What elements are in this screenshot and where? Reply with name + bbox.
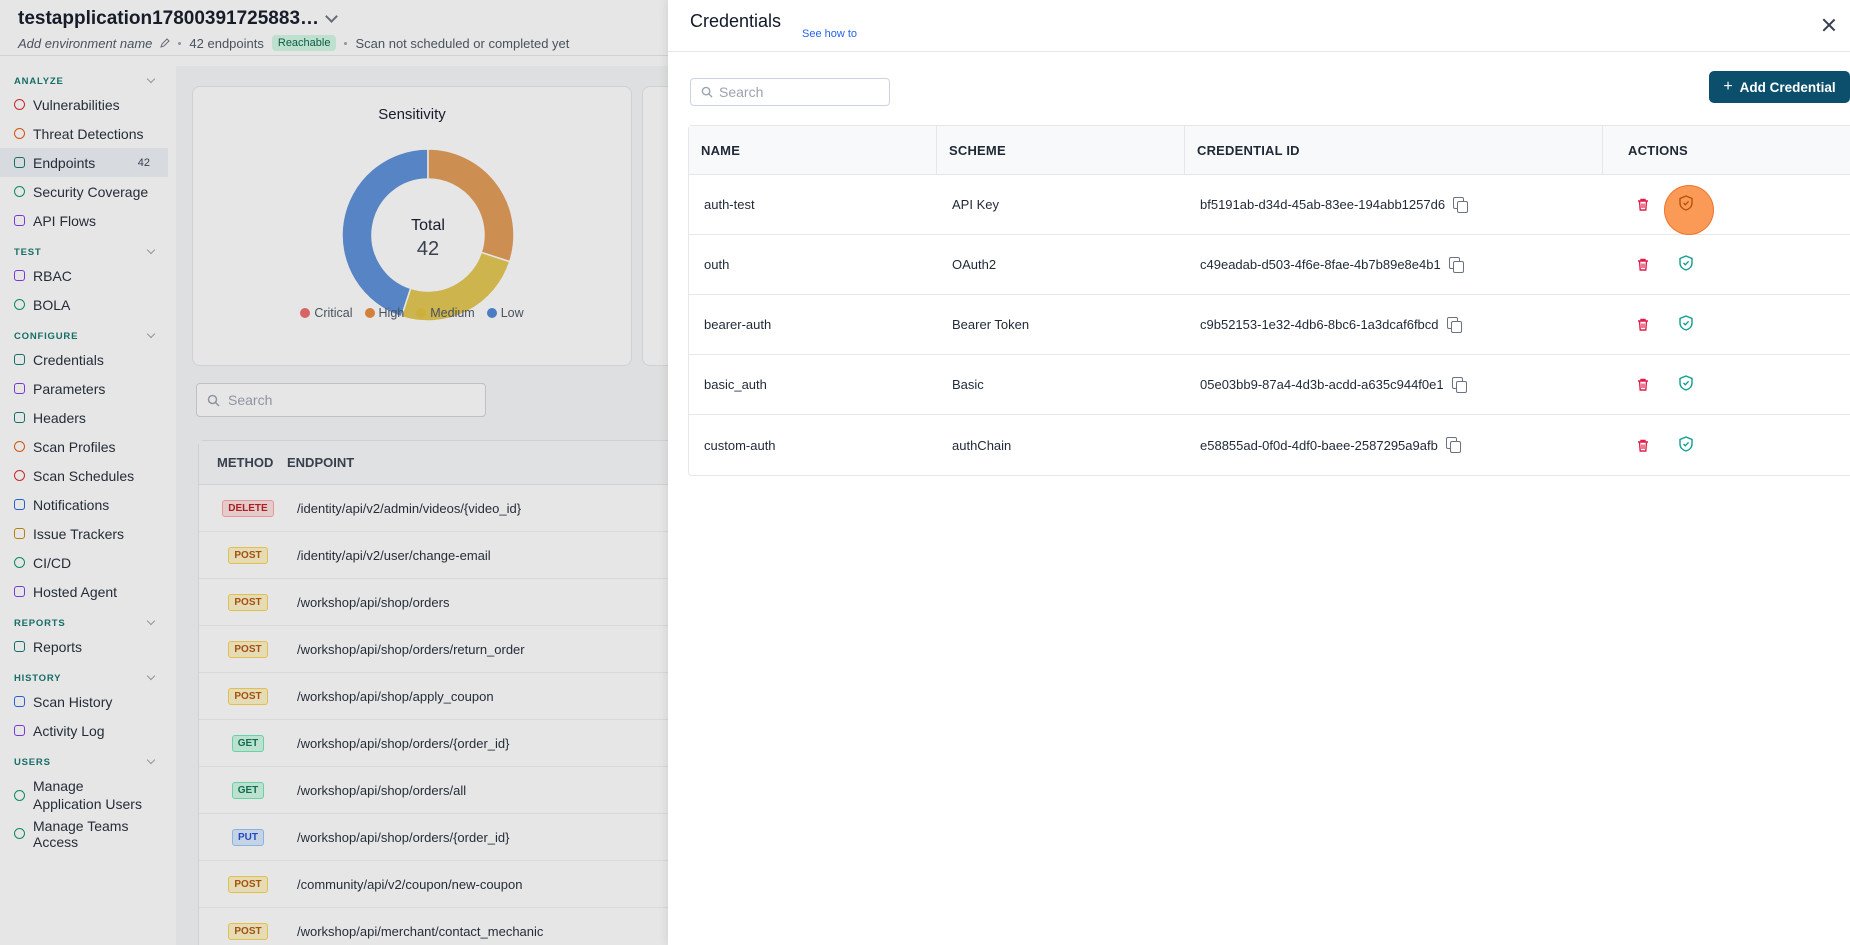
table-row[interactable]: custom-auth authChain e58855ad-0f0d-4df0-b…	[689, 415, 1850, 475]
column-scheme[interactable]: SCHEME	[937, 126, 1185, 174]
verify-shield-icon[interactable]	[1676, 435, 1696, 455]
credential-scheme: OAuth2	[952, 257, 997, 272]
see-how-to-link[interactable]: See how to	[802, 28, 857, 40]
add-credential-label: Add Credential	[1739, 79, 1836, 95]
drawer-title: Credentials	[690, 11, 782, 31]
credential-name: auth-test	[704, 197, 755, 212]
drawer-header: Credentials See how to	[668, 0, 1850, 52]
verify-shield-icon[interactable]	[1676, 375, 1696, 395]
credential-scheme: Bearer Token	[952, 317, 1030, 332]
column-name[interactable]: NAME	[689, 126, 937, 174]
copy-icon[interactable]	[1453, 196, 1469, 213]
plus-icon: +	[1723, 78, 1733, 95]
credential-id: e58855ad-0f0d-4df0-baee-2587295a9afb	[1200, 437, 1438, 453]
close-icon[interactable]	[1820, 16, 1838, 34]
credential-id: bf5191ab-d34d-45ab-83ee-194abb1257d6	[1200, 197, 1446, 212]
copy-icon[interactable]	[1445, 437, 1462, 453]
shield-check-icon	[1679, 375, 1693, 394]
delete-icon[interactable]	[1633, 375, 1653, 395]
credential-scheme: API Key	[952, 197, 999, 212]
verify-shield-icon[interactable]	[1676, 315, 1696, 335]
table-row[interactable]: outh OAuth2 c49eadab-d503-4f6e-8fae-4b7b89…	[689, 235, 1850, 295]
shield-check-icon	[1679, 195, 1693, 214]
table-row[interactable]: basic_auth Basic 05e03bb9-87a4-4d3b-acdd-a…	[689, 355, 1850, 415]
credentials-drawer: Credentials See how to + Add Credential …	[668, 0, 1850, 945]
shield-check-icon	[1679, 435, 1693, 455]
copy-icon[interactable]	[1448, 256, 1465, 273]
table-row[interactable]: auth-test API Key bf5191ab-d34d-45ab-83ee-…	[689, 175, 1850, 235]
credential-search[interactable]	[690, 78, 890, 106]
credential-scheme: Basic	[952, 377, 984, 392]
column-actions: ACTIONS	[1628, 142, 1688, 158]
credential-name: custom-auth	[704, 437, 776, 453]
credentials-table: NAME SCHEME CREDENTIAL ID ACTIONS auth-t…	[688, 125, 1850, 476]
delete-icon[interactable]	[1633, 315, 1653, 335]
credential-id: c9b52153-1e32-4db6-8bc6-1a3dcaf6fbcd	[1200, 317, 1439, 332]
delete-icon[interactable]	[1633, 255, 1653, 275]
delete-icon[interactable]	[1633, 435, 1653, 455]
verify-shield-icon[interactable]	[1676, 255, 1696, 275]
shield-check-icon	[1679, 315, 1693, 334]
credentials-table-header: NAME SCHEME CREDENTIAL ID ACTIONS	[689, 126, 1850, 175]
column-credential-id[interactable]: CREDENTIAL ID	[1185, 126, 1603, 174]
copy-icon[interactable]	[1451, 376, 1468, 393]
credential-name: outh	[704, 257, 730, 272]
credential-name: bearer-auth	[704, 317, 772, 332]
credential-name: basic_auth	[704, 377, 767, 392]
search-icon	[701, 86, 713, 98]
credential-scheme: authChain	[952, 437, 1012, 453]
verify-shield-icon[interactable]	[1664, 184, 1714, 235]
add-credential-button[interactable]: + Add Credential	[1709, 71, 1850, 103]
shield-check-icon	[1679, 255, 1693, 274]
credential-id: 05e03bb9-87a4-4d3b-acdd-a635c944f0e1	[1200, 377, 1444, 392]
table-row[interactable]: bearer-auth Bearer Token c9b52153-1e32-4db…	[689, 295, 1850, 355]
credential-search-input[interactable]	[719, 84, 869, 100]
copy-icon[interactable]	[1446, 316, 1463, 333]
modal-backdrop[interactable]	[0, 0, 668, 945]
delete-icon[interactable]	[1633, 195, 1653, 215]
credential-id: c49eadab-d503-4f6e-8fae-4b7b89e8e4b1	[1200, 257, 1441, 272]
